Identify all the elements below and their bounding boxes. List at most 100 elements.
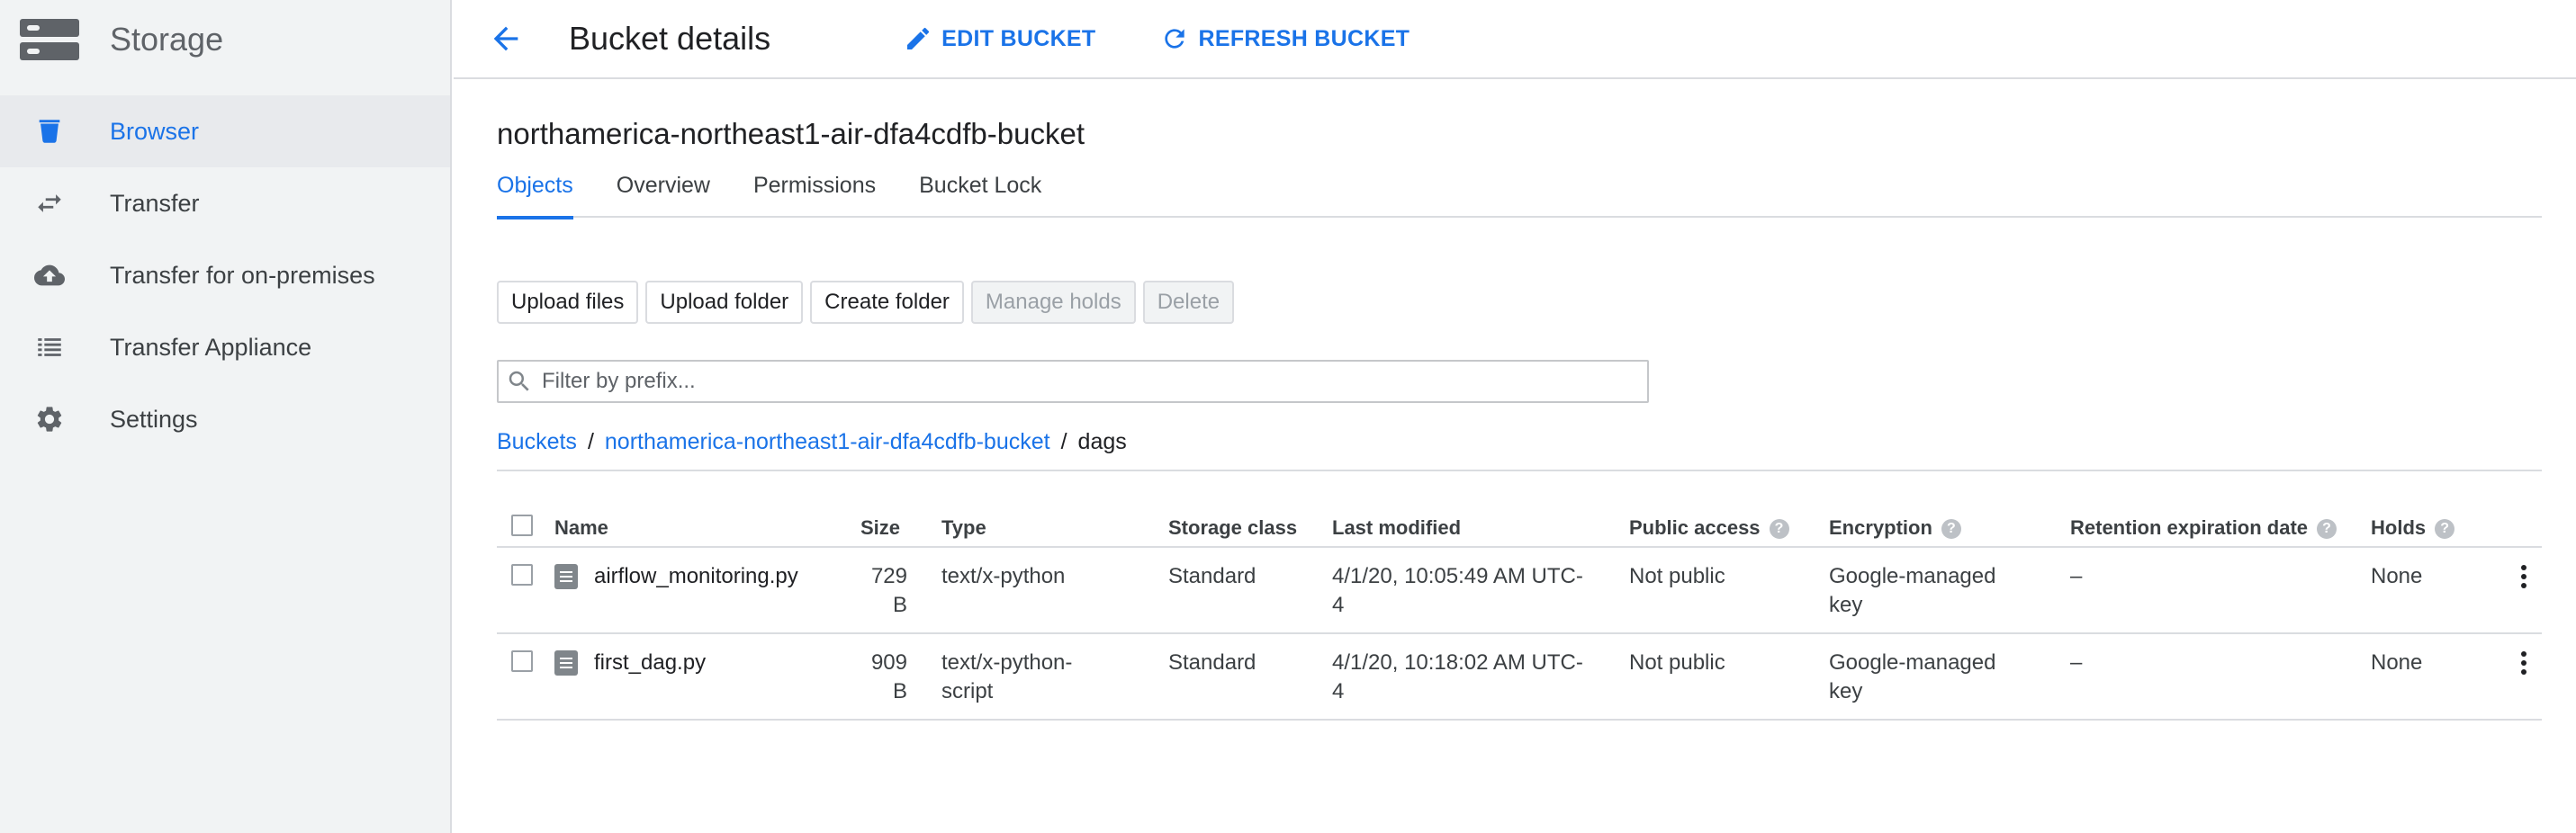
breadcrumb: Buckets / northamerica-northeast1-air-df… — [497, 426, 2542, 471]
search-icon — [509, 371, 529, 391]
column-header-encryption[interactable]: Encryption? — [1829, 509, 2070, 548]
page-title: Bucket details — [569, 20, 771, 57]
sidebar-item-browser[interactable]: Browser — [0, 95, 450, 167]
breadcrumb-current-folder: dags — [1077, 428, 1127, 454]
storage-class: Standard — [1168, 633, 1332, 721]
tab-permissions[interactable]: Permissions — [753, 169, 876, 218]
tab-objects[interactable]: Objects — [497, 169, 573, 219]
breadcrumb-separator: / — [587, 428, 594, 454]
help-icon[interactable]: ? — [1769, 518, 1789, 539]
tab-bucket-lock[interactable]: Bucket Lock — [919, 169, 1041, 218]
file-name-cell: airflow_monitoring.py — [554, 562, 860, 591]
tab-bar: Objects Overview Permissions Bucket Lock — [497, 169, 2542, 219]
edit-bucket-button[interactable]: EDIT BUCKET — [904, 24, 1095, 53]
object-toolbar: Upload files Upload folder Create folder… — [497, 281, 2542, 324]
column-header-label: Retention expiration date — [2070, 515, 2309, 539]
row-checkbox[interactable] — [511, 564, 533, 586]
last-modified: 4/1/20, 10:18:02 AM UTC-4 — [1332, 650, 1583, 703]
column-header-storage-class[interactable]: Storage class — [1168, 509, 1332, 548]
refresh-bucket-label: REFRESH BUCKET — [1198, 25, 1410, 51]
arrow-back-icon — [493, 26, 518, 51]
bucket-icon — [34, 116, 65, 147]
column-header-name[interactable]: Name — [554, 509, 860, 548]
last-modified: 4/1/20, 10:05:49 AM UTC-4 — [1332, 564, 1583, 617]
file-name-cell: first_dag.py — [554, 649, 860, 677]
column-header-label: Holds — [2371, 515, 2427, 539]
file-icon — [554, 564, 578, 589]
refresh-bucket-button[interactable]: REFRESH BUCKET — [1160, 24, 1410, 53]
breadcrumb-bucket-link[interactable]: northamerica-northeast1-air-dfa4cdfb-buc… — [605, 429, 1050, 455]
upload-files-button[interactable]: Upload files — [497, 281, 639, 324]
table-row[interactable]: airflow_monitoring.py 729 B text/x-pytho… — [497, 547, 2542, 634]
column-header-holds[interactable]: Holds? — [2371, 509, 2506, 548]
create-folder-button[interactable]: Create folder — [810, 281, 964, 324]
storage-logo-icon — [20, 19, 79, 60]
file-name-link[interactable]: airflow_monitoring.py — [594, 562, 798, 591]
sidebar-item-label: Transfer — [110, 189, 200, 217]
tab-overview[interactable]: Overview — [617, 169, 710, 218]
sidebar: Storage Browser Transfer Transfer for on… — [0, 0, 452, 833]
file-name-link[interactable]: first_dag.py — [594, 649, 706, 677]
transfer-arrows-icon — [34, 188, 65, 219]
column-header-public-access[interactable]: Public access? — [1629, 509, 1829, 548]
storage-class: Standard — [1168, 547, 1332, 634]
breadcrumb-buckets-link[interactable]: Buckets — [497, 429, 577, 455]
file-size: 729 B — [870, 564, 907, 617]
sidebar-item-label: Browser — [110, 117, 200, 145]
help-icon[interactable]: ? — [2435, 518, 2455, 539]
sidebar-item-label: Transfer Appliance — [110, 333, 312, 361]
sidebar-item-transfer-on-premises[interactable]: Transfer for on-premises — [0, 239, 450, 311]
file-size: 909 B — [870, 650, 907, 703]
back-button[interactable] — [484, 17, 527, 60]
breadcrumb-separator: / — [1060, 428, 1067, 454]
sidebar-item-settings[interactable]: Settings — [0, 383, 450, 455]
list-icon — [34, 332, 65, 363]
table-header-row: Name Size Type Storage class Last modifi… — [497, 509, 2542, 548]
gear-icon — [34, 404, 65, 434]
filter-box — [497, 360, 1649, 403]
bucket-name: northamerica-northeast1-air-dfa4cdfb-buc… — [497, 117, 1085, 150]
column-header-retention[interactable]: Retention expiration date? — [2070, 509, 2371, 548]
column-header-label: Encryption — [1829, 515, 1932, 539]
manage-holds-button[interactable]: Manage holds — [970, 281, 1136, 324]
column-header-size[interactable]: Size — [860, 509, 941, 548]
delete-button[interactable]: Delete — [1142, 281, 1235, 324]
column-header-label: Public access — [1629, 515, 1761, 539]
select-all-checkbox[interactable] — [511, 514, 533, 536]
holds: None — [2371, 547, 2506, 634]
row-checkbox[interactable] — [511, 650, 533, 672]
sidebar-nav: Browser Transfer Transfer for on-premise… — [0, 95, 450, 455]
filter-input[interactable] — [542, 369, 1622, 394]
edit-bucket-label: EDIT BUCKET — [941, 25, 1096, 51]
pencil-icon — [907, 27, 930, 49]
help-icon[interactable]: ? — [2317, 518, 2337, 539]
help-icon[interactable]: ? — [1941, 518, 1961, 539]
retention-date: – — [2070, 633, 2371, 721]
top-bar: Bucket details EDIT BUCKET REFRESH BUCKE… — [454, 0, 2576, 79]
main-content: northamerica-northeast1-air-dfa4cdfb-buc… — [497, 81, 2542, 721]
refresh-icon — [1165, 29, 1185, 49]
column-header-last-modified[interactable]: Last modified — [1332, 509, 1629, 548]
holds: None — [2371, 633, 2506, 721]
public-access: Not public — [1629, 633, 1829, 721]
sidebar-title: Storage — [110, 21, 224, 58]
more-vert-icon[interactable] — [2506, 559, 2542, 595]
public-access: Not public — [1629, 547, 1829, 634]
file-icon — [554, 650, 578, 676]
sidebar-item-label: Transfer for on-premises — [110, 261, 375, 289]
cloud-upload-icon — [34, 260, 65, 291]
upload-folder-button[interactable]: Upload folder — [645, 281, 804, 324]
more-vert-icon[interactable] — [2506, 645, 2542, 681]
sidebar-header: Storage — [0, 0, 450, 79]
retention-date: – — [2070, 547, 2371, 634]
sidebar-item-label: Settings — [110, 405, 198, 433]
sidebar-item-transfer-appliance[interactable]: Transfer Appliance — [0, 311, 450, 383]
encryption: Google-managed key — [1829, 564, 1996, 617]
file-type: text/x-python — [941, 564, 1066, 588]
column-header-type[interactable]: Type — [941, 509, 1168, 548]
file-type: text/x-python-script — [941, 650, 1073, 703]
encryption: Google-managed key — [1829, 650, 1996, 703]
objects-table: Name Size Type Storage class Last modifi… — [497, 509, 2542, 721]
table-row[interactable]: first_dag.py 909 B text/x-python-script … — [497, 633, 2542, 721]
sidebar-item-transfer[interactable]: Transfer — [0, 167, 450, 239]
